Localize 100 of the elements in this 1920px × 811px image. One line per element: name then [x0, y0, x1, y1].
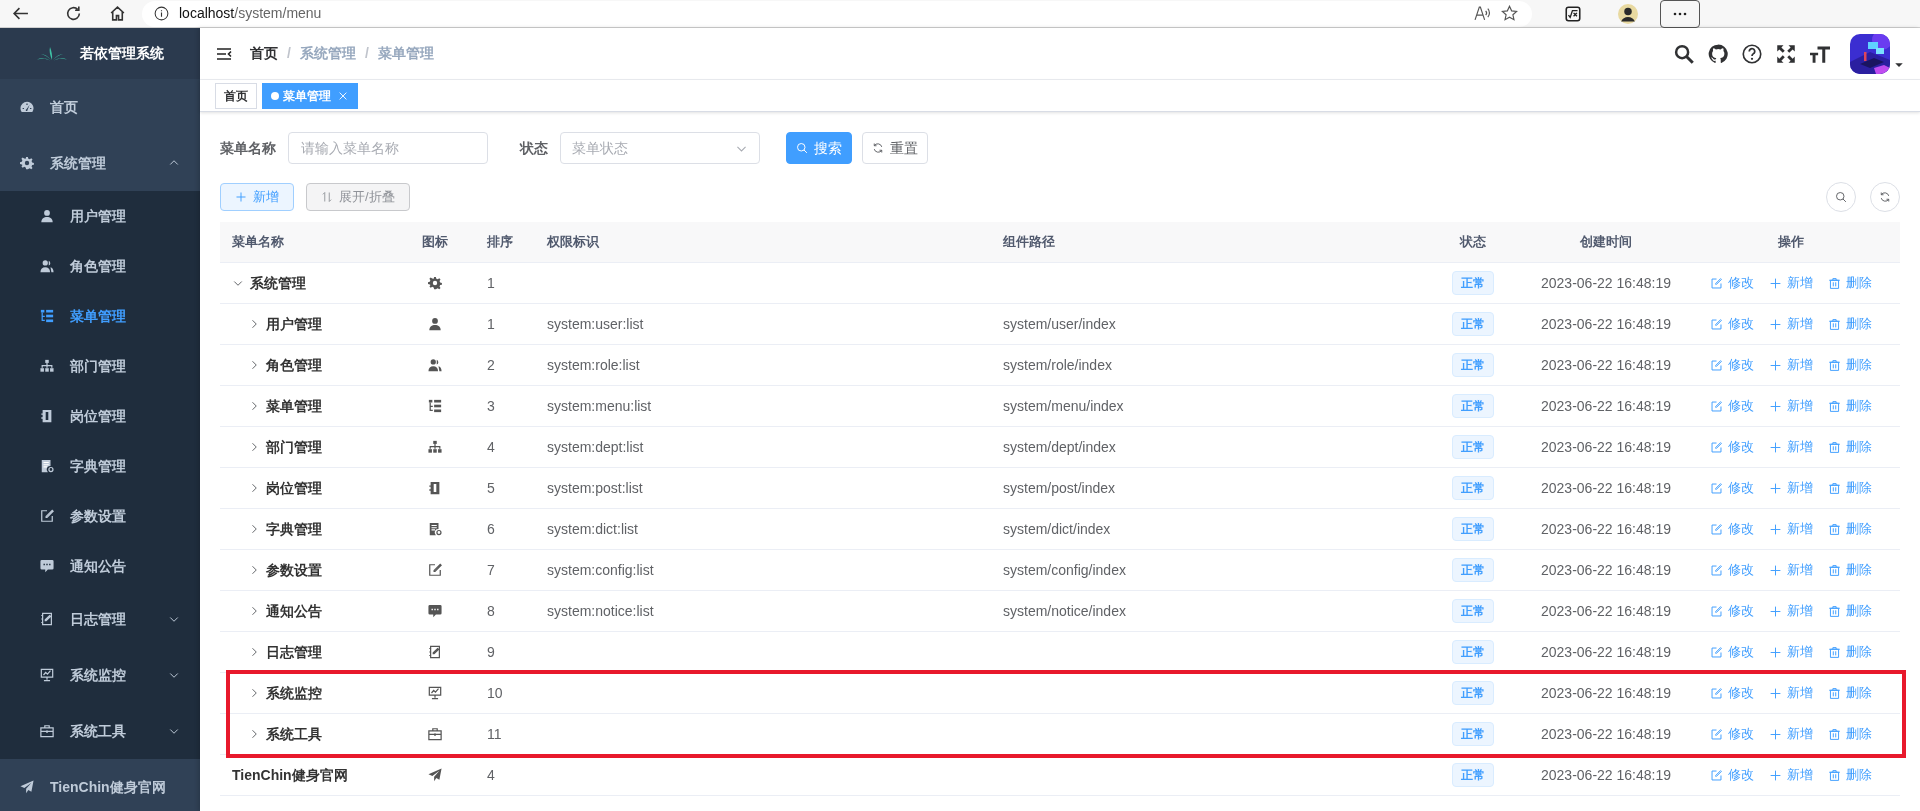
add-link[interactable]: 新增 [1769, 396, 1813, 416]
add-link[interactable]: 新增 [1769, 642, 1813, 662]
sort-order: 1 [487, 315, 495, 332]
delete-link[interactable]: 删除 [1828, 560, 1872, 580]
gear-icon [428, 276, 442, 290]
search-icon[interactable] [1674, 43, 1694, 64]
component-path: system/role/index [1003, 356, 1112, 373]
delete-link[interactable]: 删除 [1828, 314, 1872, 334]
delete-link[interactable]: 删除 [1828, 437, 1872, 457]
delete-link[interactable]: 删除 [1828, 273, 1872, 293]
menu-toggle-icon[interactable] [216, 45, 232, 62]
column-header: 权限标识 [547, 234, 599, 250]
add-link[interactable]: 新增 [1769, 601, 1813, 621]
trash-icon [1828, 768, 1841, 782]
delete-link[interactable]: 删除 [1828, 396, 1872, 416]
edit-link[interactable]: 修改 [1710, 314, 1754, 334]
extension-icon[interactable] [1564, 4, 1582, 23]
back-icon[interactable] [12, 5, 29, 22]
delete-link[interactable]: 删除 [1828, 478, 1872, 498]
add-link[interactable]: 新增 [1769, 560, 1813, 580]
created-time: 2023-06-22 16:48:19 [1541, 314, 1671, 334]
two-people-icon [428, 358, 442, 372]
created-time: 2023-06-22 16:48:19 [1541, 478, 1671, 498]
github-icon[interactable] [1708, 43, 1728, 64]
read-aloud-icon[interactable] [1474, 5, 1491, 22]
delete-link[interactable]: 删除 [1828, 355, 1872, 375]
edit-link[interactable]: 修改 [1710, 683, 1754, 703]
breadcrumb-separator: / [364, 44, 369, 63]
trash-icon [1828, 317, 1841, 331]
more-button[interactable] [1660, 0, 1700, 28]
info-icon[interactable] [154, 6, 169, 21]
add-link[interactable]: 新增 [1769, 478, 1813, 498]
plus-icon [1769, 727, 1782, 741]
delete-link[interactable]: 删除 [1828, 765, 1872, 785]
status-tag: 正常 [1452, 271, 1494, 295]
edit-link[interactable]: 修改 [1710, 601, 1754, 621]
edit-link[interactable]: 修改 [1710, 478, 1754, 498]
add-link[interactable]: 新增 [1769, 437, 1813, 457]
status-select[interactable]: 菜单状态 [560, 132, 760, 164]
log-icon [428, 645, 442, 659]
edit-link[interactable]: 修改 [1710, 642, 1754, 662]
sidebar-item[interactable]: 系统管理 [0, 135, 200, 191]
edit-link[interactable]: 修改 [1710, 724, 1754, 744]
column-header: 菜单名称 [232, 234, 284, 250]
tree-table-icon [40, 309, 54, 323]
search-button[interactable]: 搜索 [786, 132, 852, 164]
help-icon[interactable] [1742, 43, 1762, 64]
permission-key: system:dict:list [547, 520, 638, 537]
add-link[interactable]: 新增 [1769, 355, 1813, 375]
edit-link[interactable]: 修改 [1710, 437, 1754, 457]
add-link[interactable]: 新增 [1769, 519, 1813, 539]
edit-link[interactable]: 修改 [1710, 519, 1754, 539]
profile-avatar-icon[interactable] [1618, 3, 1638, 24]
edit-link[interactable]: 修改 [1710, 765, 1754, 785]
delete-link[interactable]: 删除 [1828, 724, 1872, 744]
address-bar[interactable]: localhost/system/menu [142, 0, 1532, 27]
reset-button[interactable]: 重置 [862, 132, 928, 164]
delete-link[interactable]: 删除 [1828, 519, 1872, 539]
home-icon[interactable] [109, 5, 126, 22]
expand-collapse-button[interactable]: 展开/折叠 [306, 183, 410, 211]
tree-table-icon [428, 399, 442, 413]
sidebar-item[interactable]: TienChin健身官网 [0, 759, 200, 811]
plus-icon [235, 191, 247, 203]
sort-order: 10 [487, 684, 503, 701]
star-icon[interactable] [1501, 5, 1518, 22]
add-link[interactable]: 新增 [1769, 724, 1813, 744]
sidebar-item[interactable]: 首页 [0, 79, 200, 135]
add-link[interactable]: 新增 [1769, 683, 1813, 703]
column-header: 排序 [487, 234, 513, 250]
delete-link[interactable]: 删除 [1828, 642, 1872, 662]
add-link[interactable]: 新增 [1769, 314, 1813, 334]
edit-link[interactable]: 修改 [1710, 560, 1754, 580]
add-link[interactable]: 新增 [1769, 273, 1813, 293]
menu-name: 通知公告 [266, 601, 322, 621]
component-path: system/menu/index [1003, 397, 1124, 414]
created-time: 2023-06-22 16:48:19 [1541, 642, 1671, 662]
sort-order: 2 [487, 356, 495, 373]
edit-icon [1710, 563, 1723, 577]
edit-link[interactable]: 修改 [1710, 355, 1754, 375]
log-icon [40, 612, 54, 626]
permission-key: system:menu:list [547, 397, 652, 414]
created-time: 2023-06-22 16:48:19 [1541, 601, 1671, 621]
sort-order: 3 [487, 397, 495, 414]
sort-order: 4 [487, 766, 495, 783]
tab[interactable]: 菜单管理 [262, 82, 358, 109]
column-header: 图标 [422, 234, 448, 250]
delete-link[interactable]: 删除 [1828, 683, 1872, 703]
search-field[interactable]: 请输入菜单名称 [288, 132, 488, 164]
refresh-icon[interactable] [65, 5, 82, 22]
menu-name: 用户管理 [266, 314, 322, 334]
delete-link[interactable]: 删除 [1828, 601, 1872, 621]
add-link[interactable]: 新增 [1769, 765, 1813, 785]
edit-link[interactable]: 修改 [1710, 396, 1754, 416]
tab[interactable]: 首页 [215, 82, 257, 109]
edit-link[interactable]: 修改 [1710, 273, 1754, 293]
breadcrumb-item[interactable]: 系统管理 [299, 43, 356, 64]
breadcrumb-item[interactable]: 首页 [250, 43, 278, 64]
fullscreen-icon[interactable] [1776, 43, 1796, 64]
field-label: 菜单名称 [220, 138, 276, 158]
add-button[interactable]: 新增 [220, 183, 294, 211]
